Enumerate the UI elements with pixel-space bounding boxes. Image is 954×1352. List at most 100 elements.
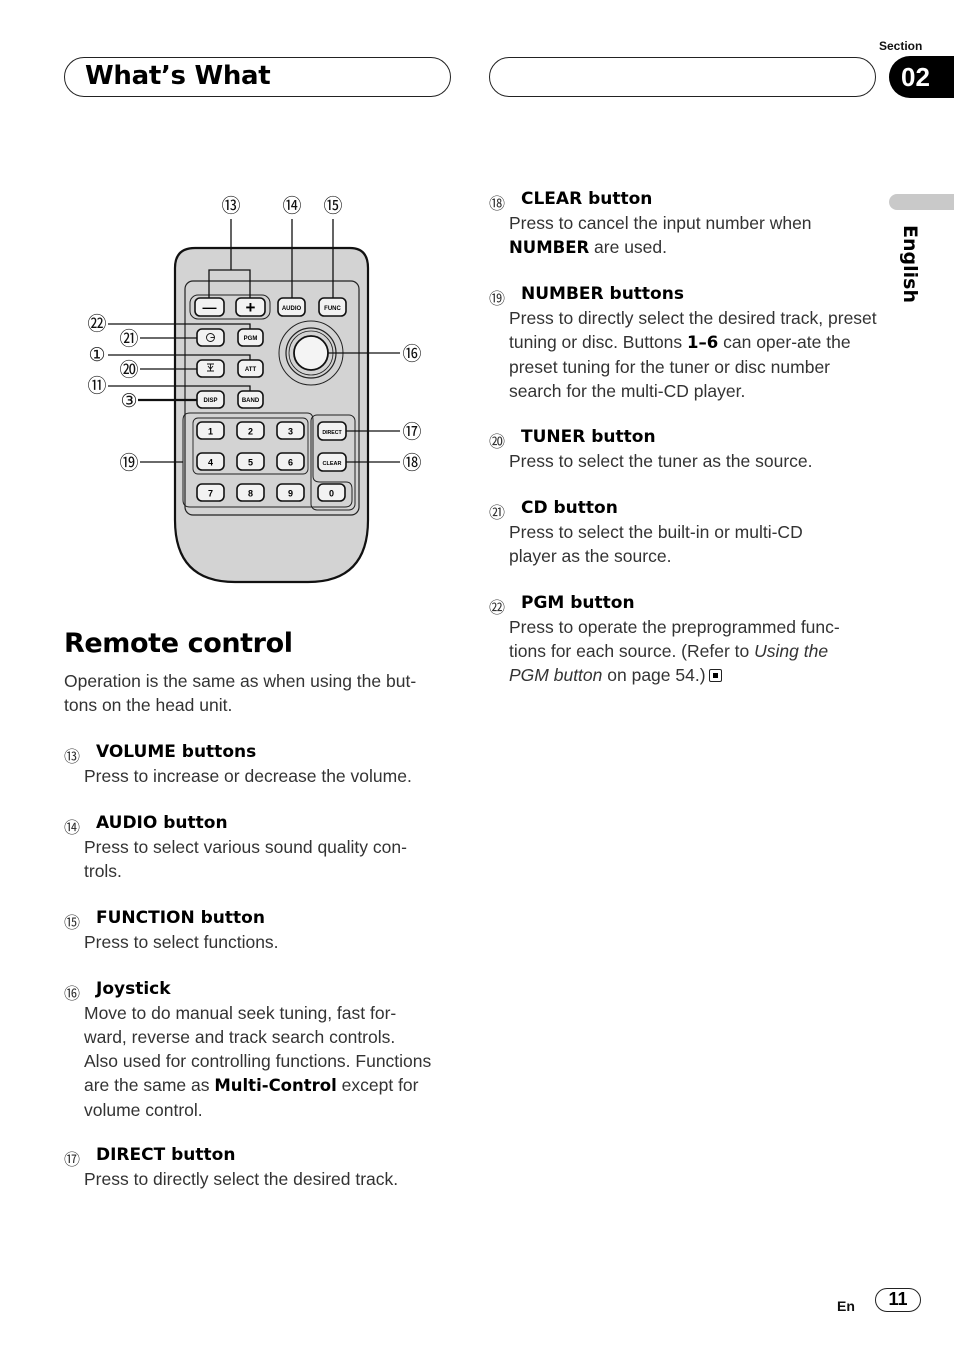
item-number-buttons: ⑲ NUMBER buttons Press to directly selec… xyxy=(489,282,877,403)
svg-text:AUDIO: AUDIO xyxy=(282,306,302,312)
item-description: Press to select various sound quality co… xyxy=(84,837,407,881)
item-number: ⑱ xyxy=(489,194,506,213)
callout-15: ⑮ xyxy=(323,195,342,217)
svg-text:+: + xyxy=(246,298,256,317)
callout-13: ⑬ xyxy=(221,195,240,217)
callout-17: ⑰ xyxy=(402,421,421,443)
callout-11: ⑪ xyxy=(87,375,106,397)
item-tuner-button: ⑳ TUNER button Press to select the tuner… xyxy=(489,425,864,473)
item-direct-button: ⑰ DIRECT button Press to directly select… xyxy=(64,1143,439,1191)
callout-20: ⑳ xyxy=(119,359,138,381)
direct-button: DIRECT xyxy=(317,421,347,441)
item-volume-buttons: ⑬ VOLUME buttons Press to increase or de… xyxy=(64,740,439,788)
cd-button xyxy=(196,328,225,347)
item-heading: Joystick xyxy=(96,979,171,999)
item-function-button: ⑮ FUNCTION button Press to select functi… xyxy=(64,906,439,954)
item-heading: FUNCTION button xyxy=(96,908,265,928)
item-heading: VOLUME buttons xyxy=(96,742,257,762)
callout-16: ⑯ xyxy=(402,343,421,365)
number-key-label: 8 xyxy=(248,489,253,499)
callout-3: ③ xyxy=(120,390,137,412)
pgm-button: PGM xyxy=(237,328,264,347)
number-key-4: 4 xyxy=(196,452,225,471)
svg-text:ATT: ATT xyxy=(245,367,257,373)
clear-button: CLEAR xyxy=(317,452,347,472)
svg-text:—: — xyxy=(203,299,217,315)
item-number: ㉒ xyxy=(489,598,506,617)
section-intro: Operation is the same as when using the … xyxy=(64,671,417,715)
item-pgm-button: ㉒ PGM button Press to operate the prepro… xyxy=(489,591,864,687)
page-header-title: What’s What xyxy=(85,61,271,91)
number-key-1: 1 xyxy=(196,421,225,440)
item-joystick: ⑯ Joystick Move to do manual seek tuning… xyxy=(64,977,439,1122)
end-of-section-icon xyxy=(708,669,722,682)
svg-text:PGM: PGM xyxy=(244,336,258,342)
item-description: Press to select functions. xyxy=(84,932,279,952)
callout-14: ⑭ xyxy=(282,195,301,217)
tuner-button xyxy=(196,359,225,378)
item-number: ⑮ xyxy=(64,913,81,932)
section-number-tab: 02 xyxy=(889,56,954,98)
number-key-label: 6 xyxy=(288,458,293,468)
item-heading: AUDIO button xyxy=(96,813,228,833)
item-heading: NUMBER buttons xyxy=(521,284,684,304)
remote-control-illustration: — + AUDIO FUNC PGM ATT DISP BAND 1 2 34 … xyxy=(87,195,422,584)
number-key-label: 1 xyxy=(208,427,213,437)
number-key-7: 7 xyxy=(196,483,225,502)
item-description: Press to directly select the desired tra… xyxy=(84,1169,399,1189)
item-number: ⑳ xyxy=(489,432,506,451)
header-title-pill: What’s What xyxy=(64,57,451,97)
item-description: Press to operate the preprogrammed func-… xyxy=(509,617,840,685)
header-empty-pill xyxy=(489,57,876,97)
volume-plus-button: + xyxy=(235,297,266,317)
item-clear-button: ⑱ CLEAR button Press to cancel the input… xyxy=(489,187,864,260)
item-heading: CLEAR button xyxy=(521,189,653,209)
callout-1: ① xyxy=(88,344,105,366)
item-audio-button: ⑭ AUDIO button Press to select various s… xyxy=(64,811,439,883)
callout-18: ⑱ xyxy=(402,452,421,474)
item-description: Press to cancel the input number when NU… xyxy=(509,213,812,257)
item-description: Press to directly select the desired tra… xyxy=(509,308,877,401)
item-description: Press to select the tuner as the source. xyxy=(509,451,813,471)
item-description: Move to do manual seek tuning, fast for-… xyxy=(84,1003,432,1120)
item-number: ⑰ xyxy=(64,1150,81,1169)
item-description: Press to increase or decrease the volume… xyxy=(84,766,412,786)
number-key-6: 6 xyxy=(276,452,305,471)
func-button: FUNC xyxy=(318,297,347,317)
number-key-label: 4 xyxy=(208,458,213,468)
volume-minus-button: — xyxy=(194,297,225,317)
item-heading: CD button xyxy=(521,498,618,518)
item-cd-button: ㉑ CD button Press to select the built-in… xyxy=(489,496,864,568)
svg-text:DISP: DISP xyxy=(203,398,217,404)
section-label: Section xyxy=(879,39,923,53)
section-title: Remote control xyxy=(64,628,293,659)
number-key-9: 9 xyxy=(276,483,305,502)
item-heading: DIRECT button xyxy=(96,1145,236,1165)
callout-22: ㉒ xyxy=(87,313,106,335)
item-number: ⑭ xyxy=(64,818,81,837)
language-tab: English xyxy=(898,225,921,306)
number-key-label: 2 xyxy=(248,427,253,437)
number-key-label: 9 xyxy=(288,489,293,499)
number-key-5: 5 xyxy=(236,452,265,471)
section-number: 02 xyxy=(901,62,930,92)
page-number: 11 xyxy=(875,1288,921,1312)
item-number: ⑲ xyxy=(489,289,506,308)
number-key-0: 0 xyxy=(317,483,346,502)
footer-language-code: En xyxy=(837,1298,855,1314)
item-heading: PGM button xyxy=(521,593,635,613)
item-number: ⑬ xyxy=(64,747,81,766)
item-heading: TUNER button xyxy=(521,427,656,447)
language-tab-bar xyxy=(889,194,954,210)
disp-button: DISP xyxy=(196,390,225,409)
callout-21: ㉑ xyxy=(119,328,138,350)
number-key-label: 5 xyxy=(248,458,253,468)
svg-text:CLEAR: CLEAR xyxy=(323,461,342,467)
item-description: Press to select the built-in or multi-CD… xyxy=(509,522,803,566)
language-tab-label: English xyxy=(899,225,921,303)
band-button: BAND xyxy=(237,390,264,409)
number-key-3: 3 xyxy=(276,421,305,440)
item-number: ㉑ xyxy=(489,503,506,522)
number-key-label: 7 xyxy=(208,489,213,499)
svg-text:BAND: BAND xyxy=(242,398,260,404)
